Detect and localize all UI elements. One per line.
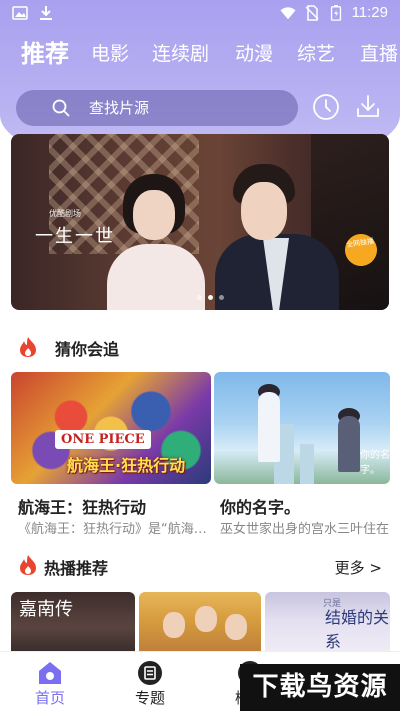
poster-face	[225, 614, 247, 640]
poster-title: 结婚的关系	[325, 608, 390, 651]
banner-dot[interactable]	[219, 295, 224, 300]
fire-icon	[20, 337, 36, 357]
banner-actress-face	[133, 190, 175, 240]
poster-face	[195, 606, 217, 632]
banner-dot-active[interactable]	[208, 295, 213, 300]
home-icon	[39, 662, 61, 684]
category-tabs: 推荐 电影 连续剧 动漫 综艺 直播	[0, 36, 400, 76]
search-input[interactable]: 查找片源	[16, 90, 298, 126]
nav-label: 专题	[134, 689, 165, 707]
tab-anime[interactable]: 动漫	[235, 36, 273, 72]
no-sim-icon	[305, 4, 319, 21]
card-title[interactable]: 航海王：狂热行动	[18, 494, 208, 518]
banner-logo-small: 优酷剧场	[49, 209, 81, 218]
card-description: 《航海王：狂热行动》是“航海…	[18, 522, 207, 537]
more-link[interactable]: 更多 >	[335, 557, 382, 578]
search-icon	[52, 99, 70, 117]
battery-icon	[330, 4, 341, 21]
tab-variety[interactable]: 综艺	[297, 36, 335, 72]
download-icon[interactable]	[354, 93, 382, 121]
nav-label: 首页	[34, 689, 65, 707]
section-title-hot: 热播推荐	[44, 559, 109, 578]
fire-icon	[20, 555, 36, 575]
tab-movies[interactable]: 电影	[91, 36, 129, 72]
clock: 11:29	[351, 4, 388, 21]
banner-pagination	[197, 295, 224, 300]
poster-card[interactable]: 你的名字。	[214, 372, 390, 484]
history-icon[interactable]	[312, 93, 340, 121]
tab-series[interactable]: 连续剧	[152, 36, 209, 72]
poster-title: 嘉南传	[19, 599, 73, 620]
banner-actor-face	[241, 182, 287, 240]
tab-live[interactable]: 直播	[360, 36, 398, 72]
nav-topics[interactable]: 专题	[120, 652, 180, 711]
banner-carousel[interactable]: 优酷剧场 一生一世 全网独播	[11, 134, 389, 310]
card-description: 巫女世家出身的宫水三叶住在…	[220, 522, 390, 537]
poster-logo: ONE PIECE	[55, 430, 151, 449]
banner-dot[interactable]	[197, 295, 202, 300]
section-title-guess: 猜你会追	[55, 340, 120, 359]
poster-building	[300, 444, 314, 484]
download-icon	[40, 6, 52, 20]
watermark: 下载鸟资源	[240, 664, 400, 711]
nav-home[interactable]: 首页	[20, 652, 80, 711]
topic-icon	[138, 661, 162, 685]
image-icon	[12, 6, 28, 20]
tab-recommend[interactable]: 推荐	[21, 36, 69, 72]
banner-show-title: 一生一世	[35, 226, 115, 247]
poster-figure	[338, 416, 360, 472]
status-bar: 11:29	[0, 0, 400, 28]
poster-card[interactable]: ONE PIECE 航海王·狂热行动	[11, 372, 211, 484]
poster-title: 你的名字。	[360, 450, 390, 476]
poster-face	[163, 612, 185, 638]
poster-figure	[258, 392, 280, 462]
poster-title: 航海王·狂热行动	[67, 456, 186, 475]
banner-actress-dress	[107, 244, 205, 310]
card-title[interactable]: 你的名字。	[220, 494, 390, 518]
search-placeholder: 查找片源	[89, 99, 150, 117]
wifi-icon	[280, 6, 296, 19]
